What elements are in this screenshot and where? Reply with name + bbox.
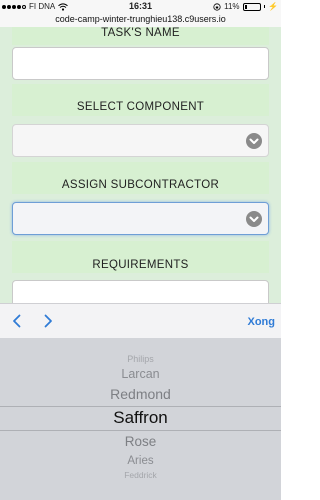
status-bar: FI DNA 16:31 11% ⚡	[0, 0, 281, 13]
task-form: TASK'S NAME SELECT COMPONENT ASSIGN SUBC…	[0, 27, 281, 303]
chevron-down-icon	[246, 133, 262, 149]
assign-subcontractor-label-box: ASSIGN SUBCONTRACTOR	[12, 162, 269, 194]
rotation-lock-icon	[213, 2, 221, 11]
done-button[interactable]: Xong	[248, 316, 276, 328]
picker-item[interactable]: Feddrick	[0, 470, 281, 480]
select-component-label-box: SELECT COMPONENT	[12, 84, 269, 116]
chevron-down-icon	[246, 211, 262, 227]
component-select[interactable]	[12, 124, 269, 157]
select-component-label: SELECT COMPONENT	[76, 101, 205, 113]
picker-item[interactable]: Philips	[0, 354, 281, 364]
url-bar[interactable]: code-camp-winter-trunghieu138.c9users.io	[0, 13, 281, 27]
requirements-label-box: REQUIREMENTS	[12, 241, 269, 273]
charging-icon: ⚡	[268, 2, 278, 11]
picker-toolbar: Xong	[0, 303, 281, 338]
previous-field-button[interactable]	[8, 312, 26, 330]
assign-subcontractor-label: ASSIGN SUBCONTRACTOR	[61, 179, 220, 191]
subcontractor-select[interactable]	[12, 202, 269, 235]
requirements-label: REQUIREMENTS	[92, 259, 189, 271]
task-name-label-box: TASK'S NAME	[12, 27, 269, 45]
url-text: code-camp-winter-trunghieu138.c9users.io	[55, 14, 226, 24]
picker-item[interactable]: Redmond	[0, 386, 281, 402]
battery-icon	[242, 2, 261, 11]
battery-percent: 11%	[224, 2, 240, 11]
requirements-input[interactable]	[12, 280, 269, 303]
picker-item[interactable]: Rose	[0, 434, 281, 449]
picker-item[interactable]: Larcan	[0, 367, 281, 381]
picker-selection-band	[0, 406, 281, 431]
task-name-input[interactable]	[12, 47, 269, 80]
picker-item[interactable]: Aries	[0, 455, 281, 467]
task-name-label: TASK'S NAME	[101, 27, 180, 39]
next-field-button[interactable]	[39, 312, 57, 330]
